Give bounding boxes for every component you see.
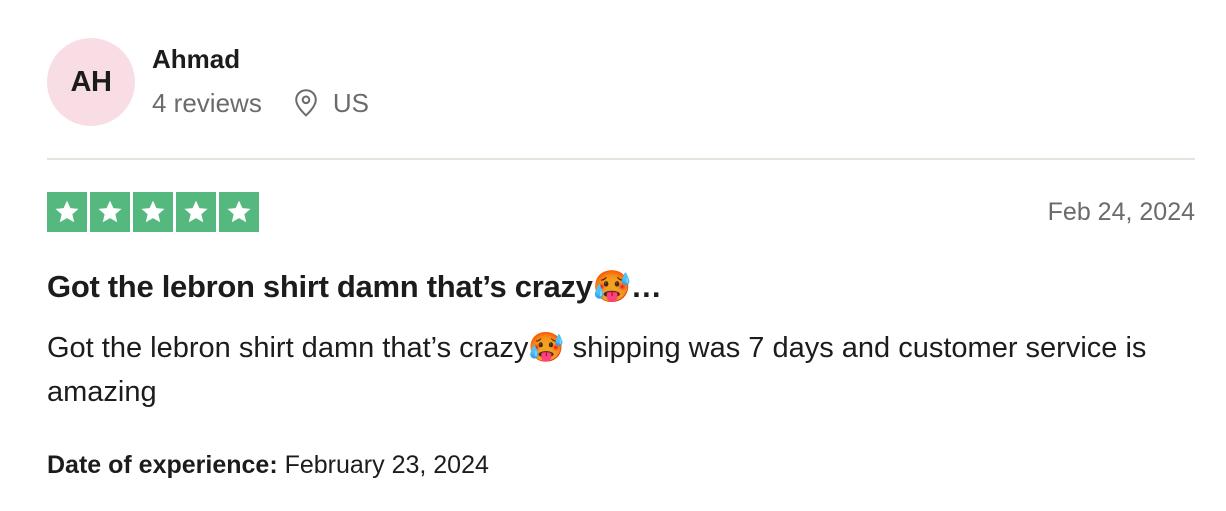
star-icon [219, 192, 259, 232]
star-icon [90, 192, 130, 232]
rating-row: Feb 24, 2024 [47, 192, 1195, 232]
consumer-name[interactable]: Ahmad [152, 44, 369, 74]
location-label: US [332, 88, 369, 118]
review-title[interactable]: Got the lebron shirt damn that’s crazy🥵… [47, 267, 1195, 307]
avatar-initials: AH [70, 65, 112, 98]
consumer-location: US [293, 88, 369, 118]
consumer-meta: 4 reviews US [152, 88, 369, 118]
consumer-details: Ahmad 4 reviews US [152, 38, 369, 118]
star-rating [47, 192, 259, 232]
experience-label: Date of experience: [47, 451, 278, 479]
reviews-count: 4 reviews [152, 88, 262, 118]
review-date: Feb 24, 2024 [1047, 198, 1195, 226]
star-icon [133, 192, 173, 232]
star-icon [176, 192, 216, 232]
avatar[interactable]: AH [47, 38, 135, 126]
star-icon [47, 192, 87, 232]
location-pin-icon [295, 89, 317, 117]
experience-date: February 23, 2024 [284, 451, 489, 479]
date-of-experience: Date of experience: February 23, 2024 [47, 450, 489, 480]
review-body: Got the lebron shirt damn that’s crazy🥵 … [47, 332, 1147, 408]
consumer-info: AH Ahmad 4 reviews US [47, 38, 1195, 126]
review-card: AH Ahmad 4 reviews US Feb 24, 2024 Got t… [47, 38, 1195, 479]
divider [47, 158, 1195, 160]
